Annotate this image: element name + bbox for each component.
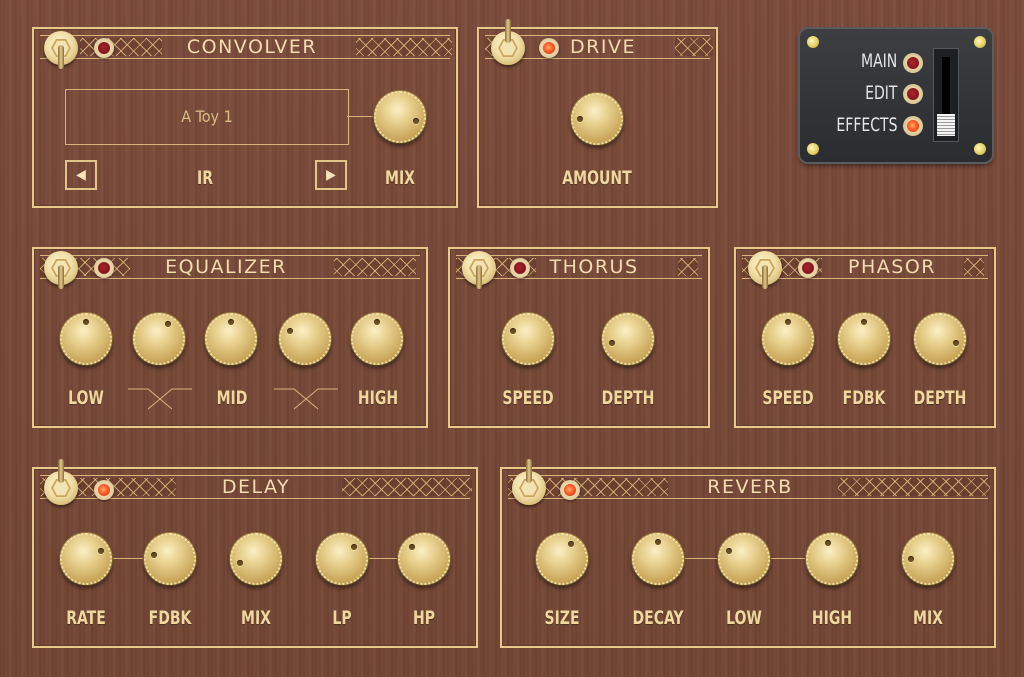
delay-power-toggle[interactable]: [44, 459, 78, 505]
eq-high-label: HIGH: [357, 387, 399, 409]
phasor-panel: PHASOR SPEED FDBK DEPTH: [734, 247, 996, 428]
drive-amount-label: AMOUNT: [562, 167, 632, 189]
lattice-ornament: [356, 38, 452, 56]
reverb-power-toggle[interactable]: [512, 459, 546, 505]
eq-low-label: LOW: [68, 387, 104, 409]
reverb-mix-knob[interactable]: [902, 533, 954, 585]
lattice-ornament: [838, 478, 990, 496]
reverb-low-label: LOW: [726, 607, 762, 629]
delay-rate-label: RATE: [66, 607, 106, 629]
convolver-mix-label: MIX: [385, 167, 415, 189]
drive-power-toggle[interactable]: [491, 19, 525, 65]
screw-icon: [807, 36, 819, 48]
phasor-fdbk-knob[interactable]: [838, 313, 890, 365]
thorus-title: THORUS: [549, 256, 639, 278]
delay-lp-knob[interactable]: [316, 533, 368, 585]
nav-main-led[interactable]: [903, 53, 923, 73]
phasor-fdbk-label: FDBK: [842, 387, 886, 409]
drive-status-led: [539, 38, 559, 58]
page-navigation-plate: MAIN EDIT EFFECTS: [800, 29, 992, 162]
lattice-ornament: [964, 258, 984, 276]
reverb-high-knob[interactable]: [806, 533, 858, 585]
reverb-mix-label: MIX: [913, 607, 943, 629]
eq-high-knob[interactable]: [351, 313, 403, 365]
nav-edit-label[interactable]: EDIT: [865, 82, 897, 104]
reverb-title: REVERB: [707, 476, 793, 498]
phasor-status-led: [798, 258, 818, 278]
crossover-icon: [128, 388, 192, 410]
delay-lp-label: LP: [332, 607, 352, 629]
delay-hp-label: HP: [412, 607, 436, 629]
drive-title: DRIVE: [570, 36, 636, 58]
drive-amount-knob[interactable]: [571, 93, 623, 145]
eq-low-mid-crossover-knob[interactable]: [133, 313, 185, 365]
delay-fdbk-label: FDBK: [148, 607, 192, 629]
delay-title: DELAY: [221, 476, 291, 498]
crossover-icon: [274, 388, 338, 410]
phasor-speed-label: SPEED: [762, 387, 814, 409]
lattice-ornament: [80, 38, 162, 56]
reverb-decay-label: DECAY: [632, 607, 684, 629]
phasor-power-toggle[interactable]: [748, 251, 782, 289]
delay-mix-knob[interactable]: [230, 533, 282, 585]
lattice-ornament: [334, 258, 416, 276]
equalizer-power-toggle[interactable]: [44, 251, 78, 289]
reverb-decay-knob[interactable]: [632, 533, 684, 585]
page-selector-slider[interactable]: [933, 48, 959, 142]
ir-label: IR: [196, 167, 214, 189]
equalizer-status-led: [94, 258, 114, 278]
drive-panel: DRIVE AMOUNT: [477, 19, 718, 208]
lattice-ornament: [678, 258, 698, 276]
delay-fdbk-knob[interactable]: [144, 533, 196, 585]
thorus-speed-knob[interactable]: [502, 313, 554, 365]
thorus-status-led: [510, 258, 530, 278]
nav-edit-led[interactable]: [903, 84, 923, 104]
thorus-power-toggle[interactable]: [462, 251, 496, 289]
screw-icon: [974, 143, 986, 155]
thorus-depth-knob[interactable]: [602, 313, 654, 365]
lattice-ornament: [342, 478, 472, 496]
reverb-status-led: [560, 480, 580, 500]
reverb-high-label: HIGH: [811, 607, 853, 629]
screw-icon: [974, 36, 986, 48]
convolver-panel: CONVOLVER A Toy 1 ◀ IR ▶ MIX: [32, 27, 458, 208]
phasor-depth-knob[interactable]: [914, 313, 966, 365]
lattice-ornament: [675, 38, 713, 56]
thorus-panel: THORUS SPEED DEPTH: [448, 247, 710, 428]
convolver-status-led: [94, 38, 114, 58]
delay-hp-knob[interactable]: [398, 533, 450, 585]
nav-effects-led[interactable]: [903, 116, 923, 136]
eq-mid-high-crossover-knob[interactable]: [279, 313, 331, 365]
thorus-speed-label: SPEED: [502, 387, 554, 409]
thorus-depth-label: DEPTH: [601, 387, 655, 409]
delay-rate-knob[interactable]: [60, 533, 112, 585]
convolver-mix-knob[interactable]: [374, 91, 426, 143]
reverb-size-knob[interactable]: [536, 533, 588, 585]
reverb-low-knob[interactable]: [718, 533, 770, 585]
reverb-header: REVERB: [508, 475, 990, 499]
convolver-power-toggle[interactable]: [44, 31, 78, 69]
eq-low-knob[interactable]: [60, 313, 112, 365]
phasor-speed-knob[interactable]: [762, 313, 814, 365]
reverb-size-label: SIZE: [544, 607, 580, 629]
delay-mix-label: MIX: [241, 607, 271, 629]
equalizer-panel: EQUALIZER LOW MID HIGH: [32, 247, 428, 428]
delay-panel: DELAY RATE FDBK MIX LP HP: [32, 459, 478, 648]
screw-icon: [807, 143, 819, 155]
delay-status-led: [94, 480, 114, 500]
page-selector-thumb[interactable]: [937, 114, 955, 136]
eq-mid-knob[interactable]: [205, 313, 257, 365]
eq-mid-label: MID: [216, 387, 248, 409]
ir-next-button[interactable]: ▶: [315, 160, 347, 190]
equalizer-title: EQUALIZER: [165, 256, 287, 278]
nav-effects-label[interactable]: EFFECTS: [836, 114, 897, 136]
nav-main-label[interactable]: MAIN: [861, 50, 897, 72]
ir-prev-button[interactable]: ◀: [65, 160, 97, 190]
convolver-title: CONVOLVER: [186, 36, 318, 58]
phasor-depth-label: DEPTH: [913, 387, 967, 409]
reverb-panel: REVERB SIZE DECAY LOW HIGH MIX: [500, 459, 996, 648]
phasor-title: PHASOR: [848, 256, 936, 278]
ir-display[interactable]: A Toy 1: [65, 89, 349, 145]
